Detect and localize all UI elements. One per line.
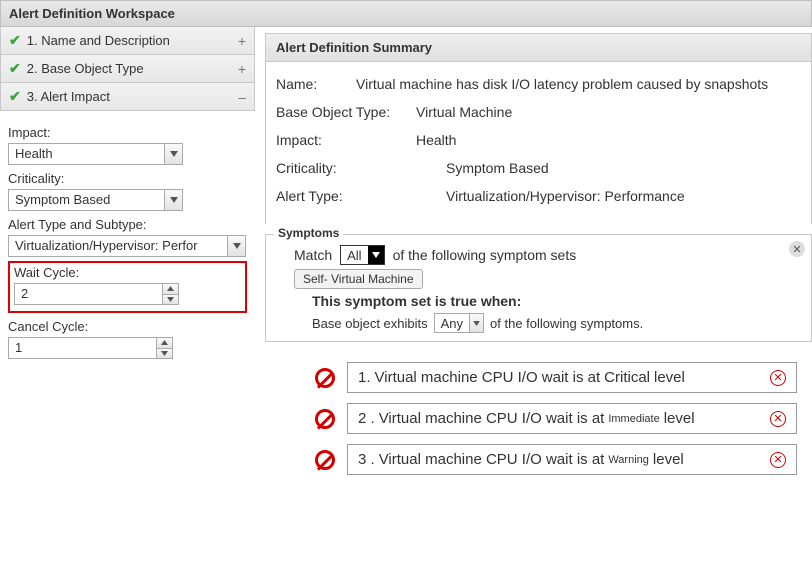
summary-crit-key: Criticality: [276,160,446,176]
symptom-pre: Virtual machine CPU I/O wait is at [379,410,605,427]
step-label: 3. Alert Impact [27,89,110,104]
symptom-item: 3 . Virtual machine CPU I/O wait is at W… [315,444,812,475]
step-label: 2. Base Object Type [27,61,144,76]
delete-icon[interactable]: ✕ [770,411,786,427]
criticality-select[interactable]: Symptom Based [8,189,183,211]
chevron-down-icon[interactable] [227,236,245,256]
step-base-object-type[interactable]: ✔ 2. Base Object Type + [0,55,255,83]
symptom-box[interactable]: 3 . Virtual machine CPU I/O wait is at W… [347,444,797,475]
step-alert-impact[interactable]: ✔ 3. Alert Impact – [0,83,255,111]
expand-icon[interactable]: + [238,61,246,77]
criticality-value: Symptom Based [9,190,164,210]
left-panel: ✔ 1. Name and Description + ✔ 2. Base Ob… [0,27,255,485]
symptom-num: 3 . [358,451,375,468]
summary-name-value: Virtual machine has disk I/O latency pro… [356,76,801,92]
summary-atype-key: Alert Type: [276,188,446,204]
scope-tab[interactable]: Self- Virtual Machine [294,269,423,289]
alert-type-label: Alert Type and Subtype: [8,217,247,232]
match-post: of the following symptom sets [393,247,577,263]
symptom-level: Warning [608,454,649,466]
match-pre: Match [294,247,332,263]
summary-bot-key: Base Object Type: [276,104,416,120]
check-icon: ✔ [9,32,21,49]
set-true-label: This symptom set is true when: [312,293,801,309]
symptoms-block: Symptoms ✕ Match All of the following sy… [265,234,812,342]
summary-crit-value: Symptom Based [446,160,801,176]
summary-name-key: Name: [276,76,356,92]
chevron-down-icon[interactable] [368,246,384,264]
summary-atype-value: Virtualization/Hypervisor: Performance [446,188,801,204]
close-icon[interactable]: ✕ [789,241,805,257]
symptom-post: level [653,451,684,468]
wait-cycle-input[interactable]: 2 [14,283,179,305]
cancel-cycle-label: Cancel Cycle: [8,319,247,334]
step-label: 1. Name and Description [27,33,170,48]
expand-icon[interactable]: + [238,33,246,49]
wait-cycle-highlight: Wait Cycle: 2 [8,261,247,313]
symptom-pre: Virtual machine CPU I/O wait is at [375,369,601,386]
summary-body: Name: Virtual machine has disk I/O laten… [265,62,812,224]
match-value: All [341,248,367,263]
symptom-pre: Virtual machine CPU I/O wait is at [379,451,605,468]
alert-type-select[interactable]: Virtualization/Hypervisor: Perfor [8,235,246,257]
base-select[interactable]: Any [434,313,484,333]
base-value: Any [435,316,469,331]
check-icon: ✔ [9,88,21,105]
criticality-label: Criticality: [8,171,247,186]
symptom-item: 1. Virtual machine CPU I/O wait is at Cr… [315,362,812,393]
symptom-level: Critical [604,369,650,386]
symptom-item: 2 . Virtual machine CPU I/O wait is at I… [315,403,812,434]
base-post: of the following symptoms. [490,316,643,331]
chevron-down-icon[interactable] [164,190,182,210]
chevron-down-icon[interactable] [164,144,182,164]
spin-up-icon[interactable] [163,284,178,295]
symptom-num: 2 . [358,410,375,427]
cancel-cycle-input[interactable]: 1 [8,337,173,359]
summary-bot-value: Virtual Machine [416,104,801,120]
forbidden-icon [315,409,335,429]
chevron-down-icon[interactable] [469,314,483,332]
spin-down-icon[interactable] [163,295,178,305]
match-select[interactable]: All [340,245,384,265]
symptom-post: level [654,369,685,386]
step-name-description[interactable]: ✔ 1. Name and Description + [0,27,255,55]
base-pre: Base object exhibits [312,316,428,331]
impact-select[interactable]: Health [8,143,183,165]
summary-impact-value: Health [416,132,801,148]
symptom-post: level [664,410,695,427]
alert-impact-form: Impact: Health Criticality: Symptom Base… [0,111,255,359]
spin-down-icon[interactable] [157,349,172,359]
summary-impact-key: Impact: [276,132,416,148]
spin-up-icon[interactable] [157,338,172,349]
alert-type-value: Virtualization/Hypervisor: Perfor [9,236,227,256]
symptom-box[interactable]: 2 . Virtual machine CPU I/O wait is at I… [347,403,797,434]
symptom-level: Immediate [608,413,659,425]
wait-cycle-value: 2 [15,284,162,304]
impact-value: Health [9,144,164,164]
delete-icon[interactable]: ✕ [770,452,786,468]
right-panel: Alert Definition Summary Name: Virtual m… [255,27,812,485]
delete-icon[interactable]: ✕ [770,370,786,386]
impact-label: Impact: [8,125,247,140]
check-icon: ✔ [9,60,21,77]
symptom-list: 1. Virtual machine CPU I/O wait is at Cr… [265,342,812,475]
symptom-box[interactable]: 1. Virtual machine CPU I/O wait is at Cr… [347,362,797,393]
wait-cycle-label: Wait Cycle: [14,265,241,280]
symptom-num: 1. [358,369,371,386]
workspace-title: Alert Definition Workspace [9,6,175,21]
cancel-cycle-value: 1 [9,338,156,358]
collapse-icon[interactable]: – [238,89,246,105]
forbidden-icon [315,368,335,388]
workspace-title-bar: Alert Definition Workspace [0,0,812,27]
symptoms-legend: Symptoms [274,226,343,240]
forbidden-icon [315,450,335,470]
summary-header: Alert Definition Summary [265,33,812,62]
